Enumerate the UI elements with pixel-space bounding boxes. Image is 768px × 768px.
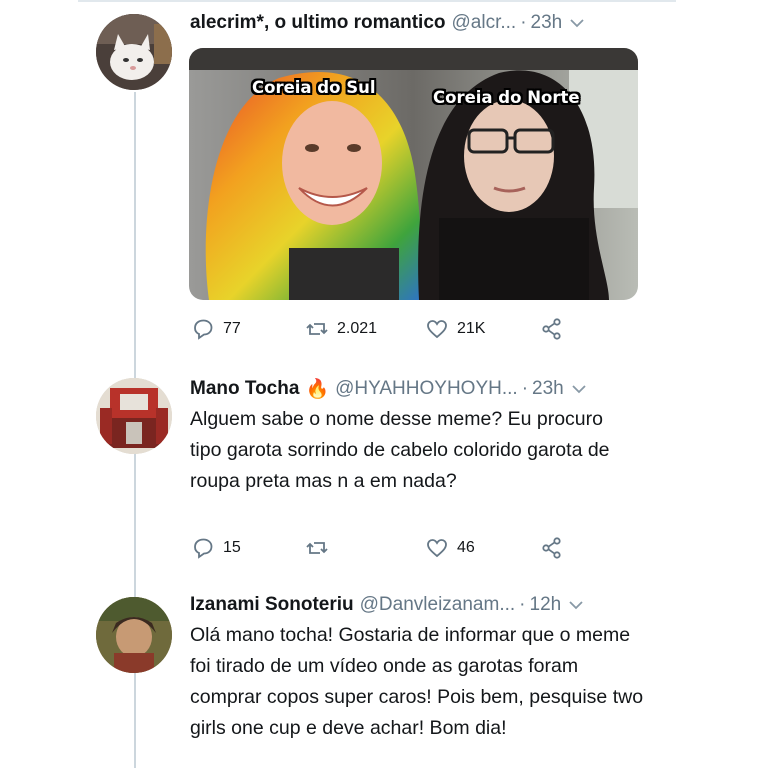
- reply-icon: [194, 319, 213, 340]
- anime-avatar-image: [96, 597, 172, 673]
- heart-icon: [427, 320, 447, 339]
- top-divider: [78, 0, 676, 2]
- display-name[interactable]: alecrim*, o ultimo romantico: [190, 12, 446, 34]
- separator-dot: ·: [519, 594, 526, 615]
- like-button[interactable]: 21K: [425, 317, 485, 341]
- tweet-text: Alguem sabe o nome desse meme? Eu procur…: [190, 408, 610, 492]
- display-name[interactable]: Izanami Sonoteriu: [190, 594, 354, 616]
- like-count: 21K: [457, 320, 486, 337]
- tweet-text: Olá mano tocha! Gostaria de informar que…: [190, 624, 644, 739]
- tweet-media-image[interactable]: Coreia do Sul Coreia do Norte: [189, 48, 638, 300]
- cat-avatar-image: [96, 14, 172, 90]
- retweet-icon: [306, 323, 328, 335]
- separator-dot: ·: [520, 12, 527, 33]
- robot-avatar-image: [96, 378, 172, 454]
- chevron-down-icon[interactable]: [569, 600, 583, 610]
- avatar[interactable]: [96, 597, 172, 673]
- like-button[interactable]: 46: [425, 536, 475, 560]
- timestamp[interactable]: 23h: [532, 378, 564, 400]
- reply-button[interactable]: 15: [191, 536, 241, 560]
- user-handle[interactable]: @HYAHHOYHOYH...: [335, 378, 518, 400]
- user-handle[interactable]: @alcr...: [452, 12, 517, 34]
- retweet-button[interactable]: 2.021: [305, 317, 377, 341]
- timestamp[interactable]: 23h: [531, 12, 563, 34]
- meme-label-left: Coreia do Sul: [252, 78, 376, 97]
- tweet-header: alecrim*, o ultimo romantico @alcr... · …: [190, 12, 584, 34]
- share-icon: [542, 318, 561, 340]
- reply-button[interactable]: 77: [191, 317, 241, 341]
- reply-count: 77: [223, 320, 241, 337]
- timestamp[interactable]: 12h: [530, 594, 562, 616]
- separator-dot: ·: [521, 378, 529, 399]
- chevron-down-icon[interactable]: [570, 18, 584, 28]
- retweet-count: 2.021: [337, 320, 378, 337]
- reply-icon: [194, 538, 213, 559]
- retweet-icon: [306, 542, 328, 554]
- display-name[interactable]: Mano Tocha: [190, 378, 299, 400]
- share-icon: [542, 537, 561, 559]
- avatar[interactable]: [96, 378, 172, 454]
- share-button[interactable]: [540, 317, 564, 341]
- heart-icon: [427, 539, 447, 558]
- user-handle[interactable]: @Danvleizanam...: [360, 594, 516, 616]
- reply-count: 15: [223, 539, 241, 556]
- like-count: 46: [457, 539, 475, 556]
- chevron-down-icon[interactable]: [572, 384, 586, 394]
- tweet-header: Izanami Sonoteriu @Danvleizanam... · 12h: [190, 594, 583, 616]
- share-button[interactable]: [540, 536, 564, 560]
- fire-emoji: 🔥: [305, 379, 330, 400]
- retweet-button[interactable]: [305, 536, 337, 560]
- avatar[interactable]: [96, 14, 172, 90]
- meme-label-right: Coreia do Norte: [433, 88, 580, 107]
- tweet-header: Mano Tocha 🔥 @HYAHHOYHOYH... · 23h: [190, 377, 586, 401]
